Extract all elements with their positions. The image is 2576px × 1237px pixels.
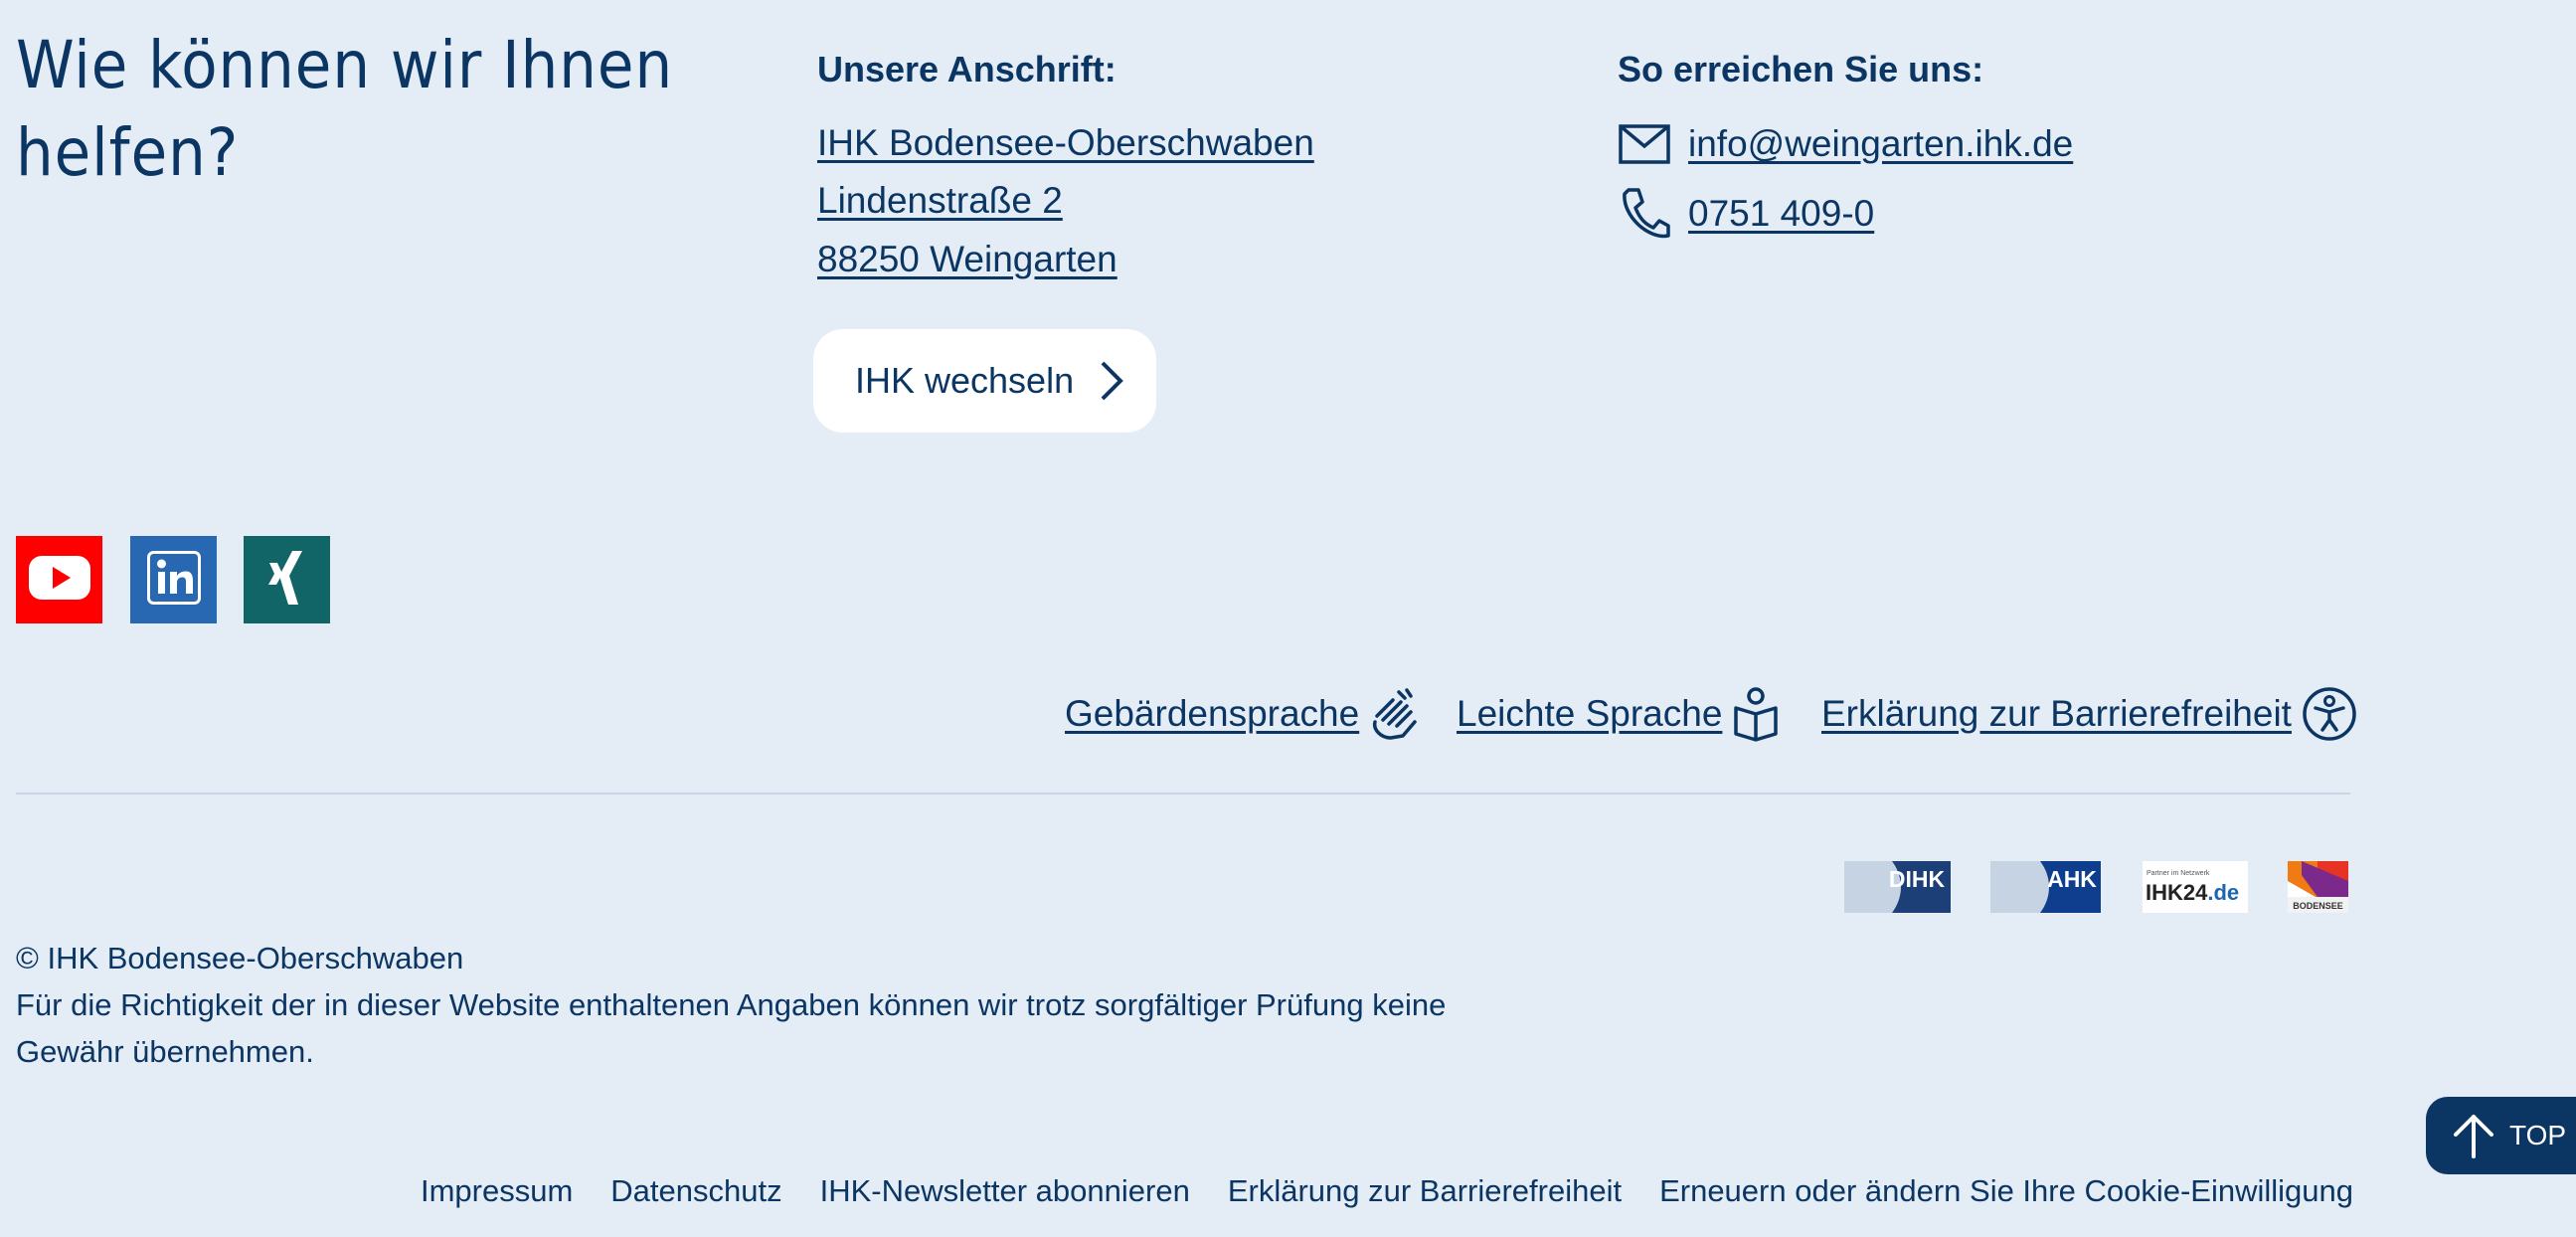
ihk24-logo[interactable]: Partner im Netzwerk IHK24.de bbox=[2143, 861, 2248, 913]
youtube-icon bbox=[28, 556, 90, 604]
ahk-logo[interactable]: AHK bbox=[1990, 861, 2101, 913]
linkedin-icon bbox=[146, 551, 201, 609]
linkedin-link[interactable] bbox=[130, 536, 217, 623]
svg-text:IHK24.de: IHK24.de bbox=[2146, 880, 2239, 905]
easy-language-icon bbox=[1732, 686, 1780, 742]
footer-link-newsletter[interactable]: IHK-Newsletter abonnieren bbox=[820, 1169, 1190, 1213]
svg-text:DIHK: DIHK bbox=[1889, 866, 1946, 892]
easy-language-label: Leichte Sprache bbox=[1457, 693, 1723, 734]
footer-nav: Impressum Datenschutz IHK-Newsletter abo… bbox=[421, 1169, 2353, 1213]
contact-email-link[interactable]: info@weingarten.ihk.de bbox=[1688, 123, 2073, 165]
xing-link[interactable] bbox=[244, 536, 330, 623]
footer-link-barrierefreiheit[interactable]: Erklärung zur Barrierefreiheit bbox=[1228, 1169, 1622, 1213]
copyright-line: © IHK Bodensee-Oberschwaben bbox=[16, 941, 464, 975]
easy-language-link[interactable]: Leichte Sprache bbox=[1457, 686, 1780, 742]
dihk-logo[interactable]: DIHK bbox=[1844, 861, 1951, 913]
sign-language-icon bbox=[1369, 686, 1419, 742]
disclaimer-text: Für die Richtigkeit der in dieser Websit… bbox=[16, 987, 1447, 1069]
chevron-right-icon bbox=[1100, 360, 1123, 402]
help-heading: Wie können wir Ihnen helfen? bbox=[16, 27, 674, 191]
accessibility-statement-label: Erklärung zur Barrierefreiheit bbox=[1821, 693, 2292, 734]
sign-language-link[interactable]: Gebärdensprache bbox=[1065, 686, 1419, 742]
footer-link-impressum[interactable]: Impressum bbox=[421, 1169, 573, 1213]
bodensee-logo[interactable]: BODENSEE bbox=[2288, 861, 2348, 913]
address-line-name[interactable]: IHK Bodensee-Oberschwaben bbox=[817, 120, 1314, 166]
address-line-city[interactable]: 88250 Weingarten bbox=[817, 237, 1117, 282]
footer-link-datenschutz[interactable]: Datenschutz bbox=[610, 1169, 781, 1213]
contact-phone-link[interactable]: 0751 409-0 bbox=[1688, 193, 1874, 235]
switch-ihk-label: IHK wechseln bbox=[855, 360, 1075, 401]
svg-text:BODENSEE: BODENSEE bbox=[2293, 901, 2343, 911]
contact-title: So erreichen Sie uns: bbox=[1618, 49, 1984, 89]
svg-text:Partner im Netzwerk: Partner im Netzwerk bbox=[2147, 870, 2210, 877]
xing-icon bbox=[263, 549, 311, 611]
back-to-top-label: TOP bbox=[2509, 1120, 2567, 1150]
accessibility-statement-link[interactable]: Erklärung zur Barrierefreiheit bbox=[1821, 686, 2357, 742]
svg-text:AHK: AHK bbox=[2047, 866, 2097, 892]
switch-ihk-button[interactable]: IHK wechseln bbox=[813, 329, 1156, 433]
contact-email-row: info@weingarten.ihk.de bbox=[1617, 116, 2073, 172]
back-to-top-button[interactable]: TOP bbox=[2426, 1097, 2576, 1174]
arrow-up-icon bbox=[2452, 1113, 2495, 1158]
sign-language-label: Gebärdensprache bbox=[1065, 693, 1360, 734]
phone-icon bbox=[1617, 186, 1672, 242]
footer-link-cookie-settings[interactable]: Erneuern oder ändern Sie Ihre Cookie-Ein… bbox=[1659, 1169, 2353, 1213]
copyright-block: © IHK Bodensee-Oberschwaben Für die Rich… bbox=[16, 935, 1537, 1075]
mail-icon bbox=[1617, 116, 1672, 172]
youtube-link[interactable] bbox=[16, 536, 102, 623]
contact-phone-row: 0751 409-0 bbox=[1617, 186, 1874, 242]
address-line-street[interactable]: Lindenstraße 2 bbox=[817, 178, 1063, 224]
address-title: Unsere Anschrift: bbox=[817, 49, 1116, 89]
accessibility-icon bbox=[2302, 686, 2357, 742]
footer-divider bbox=[16, 793, 2350, 795]
